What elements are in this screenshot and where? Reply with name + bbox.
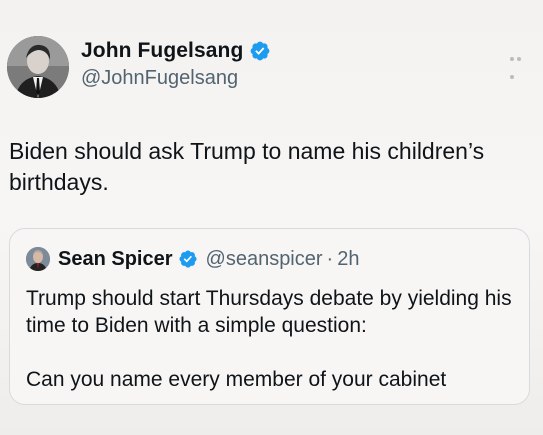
quoted-tweet-timestamp[interactable]: 2h xyxy=(337,248,359,271)
verified-badge-icon[interactable] xyxy=(249,40,271,62)
quoted-author-display-name[interactable]: Sean Spicer xyxy=(58,248,173,271)
author-handle[interactable]: @JohnFugelsang xyxy=(81,67,271,90)
author-display-name[interactable]: John Fugelsang xyxy=(81,39,243,63)
quoted-tweet-text: Trump should start Thursdays debate by y… xyxy=(26,287,512,391)
quoted-tweet[interactable]: Sean Spicer @seanspicer · 2h Trump shoul… xyxy=(9,228,530,405)
separator-dot: · xyxy=(326,247,334,270)
name-row: John Fugelsang xyxy=(81,39,271,63)
tweet-text: Biden should ask Trump to name his child… xyxy=(9,138,485,195)
author-names: John Fugelsang @JohnFugelsang xyxy=(81,39,271,90)
verified-badge-icon[interactable] xyxy=(178,249,198,269)
profile-photo-icon xyxy=(26,247,50,271)
author-avatar[interactable] xyxy=(7,36,69,98)
quoted-author-avatar[interactable] xyxy=(26,247,50,271)
tweet-header: John Fugelsang @JohnFugelsang xyxy=(7,36,271,98)
tweet-card: John Fugelsang @JohnFugelsang Biden shou… xyxy=(0,0,543,435)
more-options-icon[interactable] xyxy=(510,48,530,79)
quoted-author-handle[interactable]: @seanspicer xyxy=(206,248,323,271)
quoted-tweet-header: Sean Spicer @seanspicer · 2h xyxy=(26,247,359,271)
profile-photo-icon xyxy=(7,36,69,98)
